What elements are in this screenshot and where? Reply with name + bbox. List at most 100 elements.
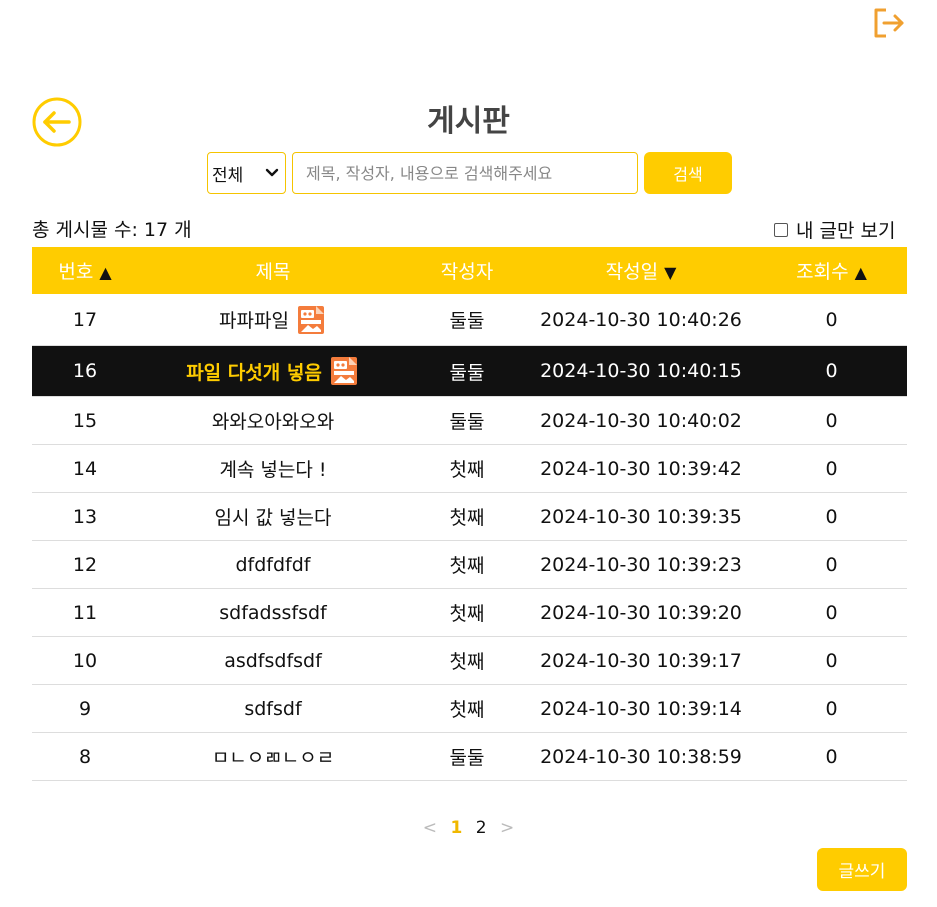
cell-title-text: sdfadssfsdf: [219, 601, 327, 624]
cell-author: 둘둘: [449, 361, 485, 384]
cell-views: 0: [825, 308, 838, 331]
cell-no: 16: [72, 360, 98, 382]
cell-date: 2024-10-30 10:39:20: [540, 601, 742, 624]
table-row[interactable]: 15 와와오아와오와 둘둘 2024-10-30 10:40:02 0: [32, 397, 907, 445]
cell-views: 0: [825, 649, 838, 672]
cell-date: 2024-10-30 10:39:35: [540, 505, 742, 528]
cell-author: 둘둘: [449, 747, 485, 769]
pagination: < 1 2 >: [0, 818, 937, 838]
cell-title-text: sdfsdf: [244, 697, 302, 720]
cell-views: 0: [825, 409, 838, 432]
header-author: 작성자: [440, 261, 494, 283]
header-views[interactable]: 조회수 ▲: [756, 257, 907, 284]
cell-views: 0: [825, 553, 838, 576]
cell-title-text: 파파파일: [219, 310, 289, 332]
cell-title[interactable]: sdfsdf: [138, 698, 408, 720]
cell-author: 첫째: [449, 507, 485, 529]
sort-asc-icon: ▲: [854, 263, 867, 282]
header-no[interactable]: 번호 ▲: [32, 257, 138, 284]
cell-title-text: 계속 넣는다 !: [219, 459, 327, 481]
table-row[interactable]: 11 sdfadssfsdf 첫째 2024-10-30 10:39:20 0: [32, 589, 907, 637]
header-title: 제목: [255, 261, 291, 283]
cell-date: 2024-10-30 10:40:15: [540, 360, 742, 382]
cell-views: 0: [825, 505, 838, 528]
table-row[interactable]: 13 임시 값 넣는다 첫째 2024-10-30 10:39:35 0: [32, 493, 907, 541]
header-date[interactable]: 작성일 ▼: [526, 257, 756, 284]
cell-title-text: asdfsdfsdf: [224, 649, 322, 672]
cell-views: 0: [825, 745, 838, 768]
next-page-button[interactable]: >: [500, 818, 514, 838]
logout-button[interactable]: [872, 6, 906, 40]
search-scope-value: 전체: [212, 165, 244, 186]
table-header: 번호 ▲ 제목 작성자 작성일 ▼ 조회수 ▲: [32, 247, 907, 294]
my-posts-label: 내 글만 보기: [796, 220, 896, 242]
image-file-icon: [328, 355, 360, 387]
my-posts-toggle[interactable]: 내 글만 보기: [774, 216, 895, 243]
cell-title[interactable]: asdfsdfsdf: [138, 650, 408, 672]
cell-author: 첫째: [449, 603, 485, 625]
cell-views: 0: [825, 601, 838, 624]
table-row[interactable]: 17 파파파일 둘둘 2024-10-30 10:40:26 0: [32, 294, 907, 346]
cell-date: 2024-10-30 10:39:42: [540, 457, 742, 480]
cell-title[interactable]: 파파파일: [138, 304, 408, 336]
cell-author: 둘둘: [449, 310, 485, 332]
cell-title[interactable]: sdfadssfsdf: [138, 602, 408, 624]
cell-no: 13: [72, 505, 98, 528]
cell-title[interactable]: 파일 다섯개 넣음: [138, 355, 408, 387]
cell-no: 10: [72, 649, 98, 672]
cell-no: 15: [72, 409, 98, 432]
cell-no: 9: [78, 697, 92, 720]
cell-author: 첫째: [449, 555, 485, 577]
cell-title-text: 파일 다섯개 넣음: [186, 361, 322, 384]
cell-title-text: ㅁㄴㅇㄻㄴㅇㄹ: [211, 747, 335, 769]
write-post-button[interactable]: 글쓰기: [817, 848, 907, 891]
cell-date: 2024-10-30 10:39:14: [540, 697, 742, 720]
cell-no: 8: [78, 745, 92, 768]
page-title: 게시판: [427, 104, 510, 139]
search-scope-select[interactable]: 전체: [207, 152, 286, 194]
prev-page-button[interactable]: <: [423, 818, 437, 838]
page-1-button[interactable]: 1: [450, 818, 462, 838]
cell-title-text: 와와오아와오와: [211, 411, 335, 433]
cell-title[interactable]: dfdfdfdf: [138, 554, 408, 576]
table-row[interactable]: 10 asdfsdfsdf 첫째 2024-10-30 10:39:17 0: [32, 637, 907, 685]
chevron-down-icon: [265, 163, 279, 187]
image-file-icon: [295, 304, 327, 336]
cell-no: 14: [72, 457, 98, 480]
cell-views: 0: [825, 457, 838, 480]
my-posts-checkbox[interactable]: [774, 222, 788, 237]
table-row[interactable]: 16 파일 다섯개 넣음 둘둘 2024-10-30 10:40:15 0: [32, 346, 907, 397]
cell-title[interactable]: 계속 넣는다 !: [138, 455, 408, 482]
cell-no: 12: [72, 553, 98, 576]
cell-views: 0: [825, 697, 838, 720]
sort-desc-icon: ▼: [664, 263, 677, 282]
board-table: 번호 ▲ 제목 작성자 작성일 ▼ 조회수 ▲ 17 파파파일 둘둘 2024-10-30 …: [32, 247, 907, 781]
search-input[interactable]: [292, 152, 638, 194]
cell-title[interactable]: ㅁㄴㅇㄻㄴㅇㄹ: [138, 743, 408, 770]
page-2-button[interactable]: 2: [476, 818, 487, 838]
cell-date: 2024-10-30 10:40:26: [540, 308, 742, 331]
cell-title-text: 임시 값 넣는다: [214, 507, 332, 529]
cell-date: 2024-10-30 10:39:23: [540, 553, 742, 576]
table-row[interactable]: 14 계속 넣는다 ! 첫째 2024-10-30 10:39:42 0: [32, 445, 907, 493]
cell-author: 첫째: [449, 459, 485, 481]
cell-author: 첫째: [449, 651, 485, 673]
search-button[interactable]: 검색: [644, 152, 732, 194]
cell-author: 첫째: [449, 699, 485, 721]
cell-title[interactable]: 와와오아와오와: [138, 407, 408, 434]
cell-author: 둘둘: [449, 411, 485, 433]
total-post-count: 총 게시물 수: 17 개: [32, 219, 192, 241]
cell-no: 17: [72, 308, 98, 331]
cell-date: 2024-10-30 10:39:17: [540, 649, 742, 672]
table-row[interactable]: 8 ㅁㄴㅇㄻㄴㅇㄹ 둘둘 2024-10-30 10:38:59 0: [32, 733, 907, 781]
table-row[interactable]: 9 sdfsdf 첫째 2024-10-30 10:39:14 0: [32, 685, 907, 733]
cell-date: 2024-10-30 10:38:59: [540, 745, 742, 768]
cell-title[interactable]: 임시 값 넣는다: [138, 503, 408, 530]
cell-title-text: dfdfdfdf: [235, 553, 311, 576]
cell-no: 11: [72, 601, 98, 624]
logout-icon: [874, 8, 904, 38]
cell-date: 2024-10-30 10:40:02: [540, 409, 742, 432]
table-body: 17 파파파일 둘둘 2024-10-30 10:40:26 0 16 파일 다섯개 넣음 둘…: [32, 294, 907, 781]
table-row[interactable]: 12 dfdfdfdf 첫째 2024-10-30 10:39:23 0: [32, 541, 907, 589]
sort-asc-icon: ▲: [99, 263, 112, 282]
